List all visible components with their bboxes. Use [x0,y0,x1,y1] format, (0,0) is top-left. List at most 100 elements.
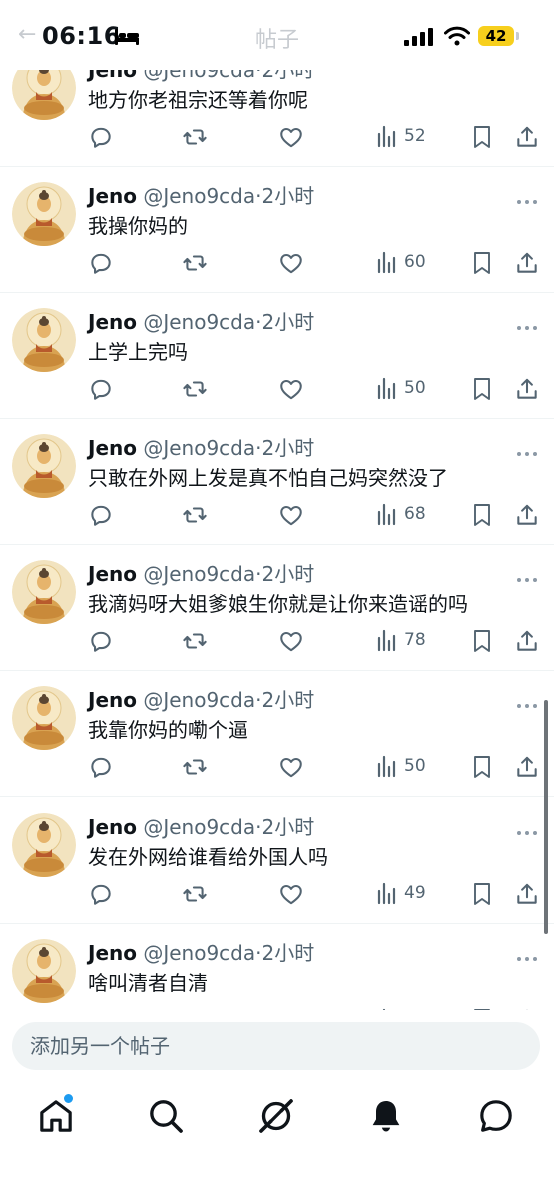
author-handle[interactable]: @Jeno9cda [143,562,255,586]
share-icon[interactable] [514,250,540,280]
reply-icon[interactable] [88,502,114,532]
repost-icon[interactable] [182,124,208,154]
avatar[interactable] [12,686,76,750]
more-options-icon[interactable] [516,316,538,335]
share-icon[interactable] [514,881,540,911]
avatar[interactable] [12,939,76,1003]
more-options-icon[interactable] [516,568,538,587]
author-name[interactable]: Jeno [88,310,137,334]
avatar[interactable] [12,560,76,624]
tweet-item[interactable]: Jeno @Jeno9cda·2小时 我靠你妈的嘞个逼 50 [0,670,554,797]
tweet-item[interactable]: Jeno @Jeno9cda·2小时 我滴妈呀大姐爹娘生你就是让你来造谣的吗 7… [0,544,554,671]
grok-icon[interactable] [256,1096,296,1136]
bookmark-icon[interactable] [470,628,494,658]
author-handle[interactable]: @Jeno9cda [143,436,255,460]
avatar[interactable] [12,434,76,498]
author-name[interactable]: Jeno [88,941,137,965]
views-count: 78 [404,630,426,650]
wifi-icon [444,26,470,50]
tweet-item[interactable]: Jeno @Jeno9cda·2小时 我操你妈的 60 [0,166,554,293]
like-icon[interactable] [278,881,304,911]
more-options-icon[interactable] [516,442,538,461]
author-handle[interactable]: @Jeno9cda [143,310,255,334]
like-icon[interactable] [278,376,304,406]
sleep-focus-icon [114,28,140,50]
share-icon[interactable] [514,754,540,784]
avatar[interactable] [12,308,76,372]
author-handle[interactable]: @Jeno9cda [143,688,255,712]
like-icon[interactable] [278,628,304,658]
bookmark-icon[interactable] [470,376,494,406]
tweet-item[interactable]: Jeno @Jeno9cda·2小时 只敢在外网上发是真不怕自己妈突然没了 68 [0,418,554,545]
tweet-item[interactable]: Jeno @Jeno9cda·2小时 上学上完吗 50 [0,292,554,419]
search-icon[interactable] [146,1096,186,1136]
tweet-header: Jeno @Jeno9cda·2小时 [88,811,314,840]
repost-icon[interactable] [182,502,208,532]
like-icon[interactable] [278,502,304,532]
tweet-item[interactable]: Jeno @Jeno9cda·2小时 啥叫清者自清 60 [0,923,554,1010]
notifications-icon[interactable] [366,1096,406,1136]
bookmark-icon[interactable] [470,124,494,154]
reply-icon[interactable] [88,881,114,911]
repost-icon[interactable] [182,881,208,911]
share-icon[interactable] [514,124,540,154]
bookmark-icon[interactable] [470,250,494,280]
tweet-header: Jeno @Jeno9cda·2小时 [88,558,314,587]
tweet-text: 我靠你妈的嘞个逼 [88,718,248,742]
tweet-feed[interactable]: Jeno @Jeno9cda·2小时 地方你老祖宗还等着你呢 52 Jeno @… [0,0,554,1010]
tweet-text: 我滴妈呀大姐爹娘生你就是让你来造谣的吗 [88,592,468,616]
author-name[interactable]: Jeno [88,815,137,839]
author-name[interactable]: Jeno [88,688,137,712]
author-name[interactable]: Jeno [88,562,137,586]
repost-icon[interactable] [182,376,208,406]
more-options-icon[interactable] [516,694,538,713]
post-time: ·2小时 [255,688,315,712]
more-options-icon[interactable] [516,190,538,209]
views-icon [377,125,396,148]
share-icon[interactable] [514,502,540,532]
scrollbar[interactable] [544,700,548,934]
share-icon[interactable] [514,376,540,406]
tweet-header: Jeno @Jeno9cda·2小时 [88,306,314,335]
add-post-input[interactable]: 添加另一个帖子 [12,1022,540,1070]
tweet-item[interactable]: Jeno @Jeno9cda·2小时 发在外网给谁看给外国人吗 49 [0,797,554,924]
views-stat[interactable]: 78 [376,628,426,652]
author-handle[interactable]: @Jeno9cda [143,184,255,208]
reply-icon[interactable] [88,376,114,406]
bookmark-icon[interactable] [470,881,494,911]
views-stat[interactable]: 68 [376,502,426,526]
post-time: ·2小时 [255,436,315,460]
views-stat[interactable]: 50 [376,376,426,400]
avatar[interactable] [12,813,76,877]
views-icon [377,629,396,652]
like-icon[interactable] [278,250,304,280]
avatar[interactable] [12,182,76,246]
repost-icon[interactable] [182,250,208,280]
repost-icon[interactable] [182,628,208,658]
messages-icon[interactable] [476,1096,516,1136]
battery-indicator: 42 [478,26,514,46]
more-options-icon[interactable] [516,947,538,966]
bookmark-icon[interactable] [470,502,494,532]
views-stat[interactable]: 60 [376,250,426,274]
more-options-icon[interactable] [516,821,538,840]
share-icon[interactable] [514,628,540,658]
views-stat[interactable]: 49 [376,881,426,905]
reply-icon[interactable] [88,628,114,658]
views-stat[interactable]: 50 [376,754,426,778]
tweet-header: Jeno @Jeno9cda·2小时 [88,937,314,966]
author-name[interactable]: Jeno [88,184,137,208]
bookmark-icon[interactable] [470,754,494,784]
author-handle[interactable]: @Jeno9cda [143,815,255,839]
reply-icon[interactable] [88,754,114,784]
reply-icon[interactable] [88,250,114,280]
like-icon[interactable] [278,124,304,154]
author-handle[interactable]: @Jeno9cda [143,941,255,965]
buddha-avatar-image [12,560,76,624]
views-stat[interactable]: 52 [376,124,426,148]
repost-icon[interactable] [182,754,208,784]
reply-icon[interactable] [88,124,114,154]
author-name[interactable]: Jeno [88,436,137,460]
like-icon[interactable] [278,754,304,784]
buddha-avatar-image [12,182,76,246]
